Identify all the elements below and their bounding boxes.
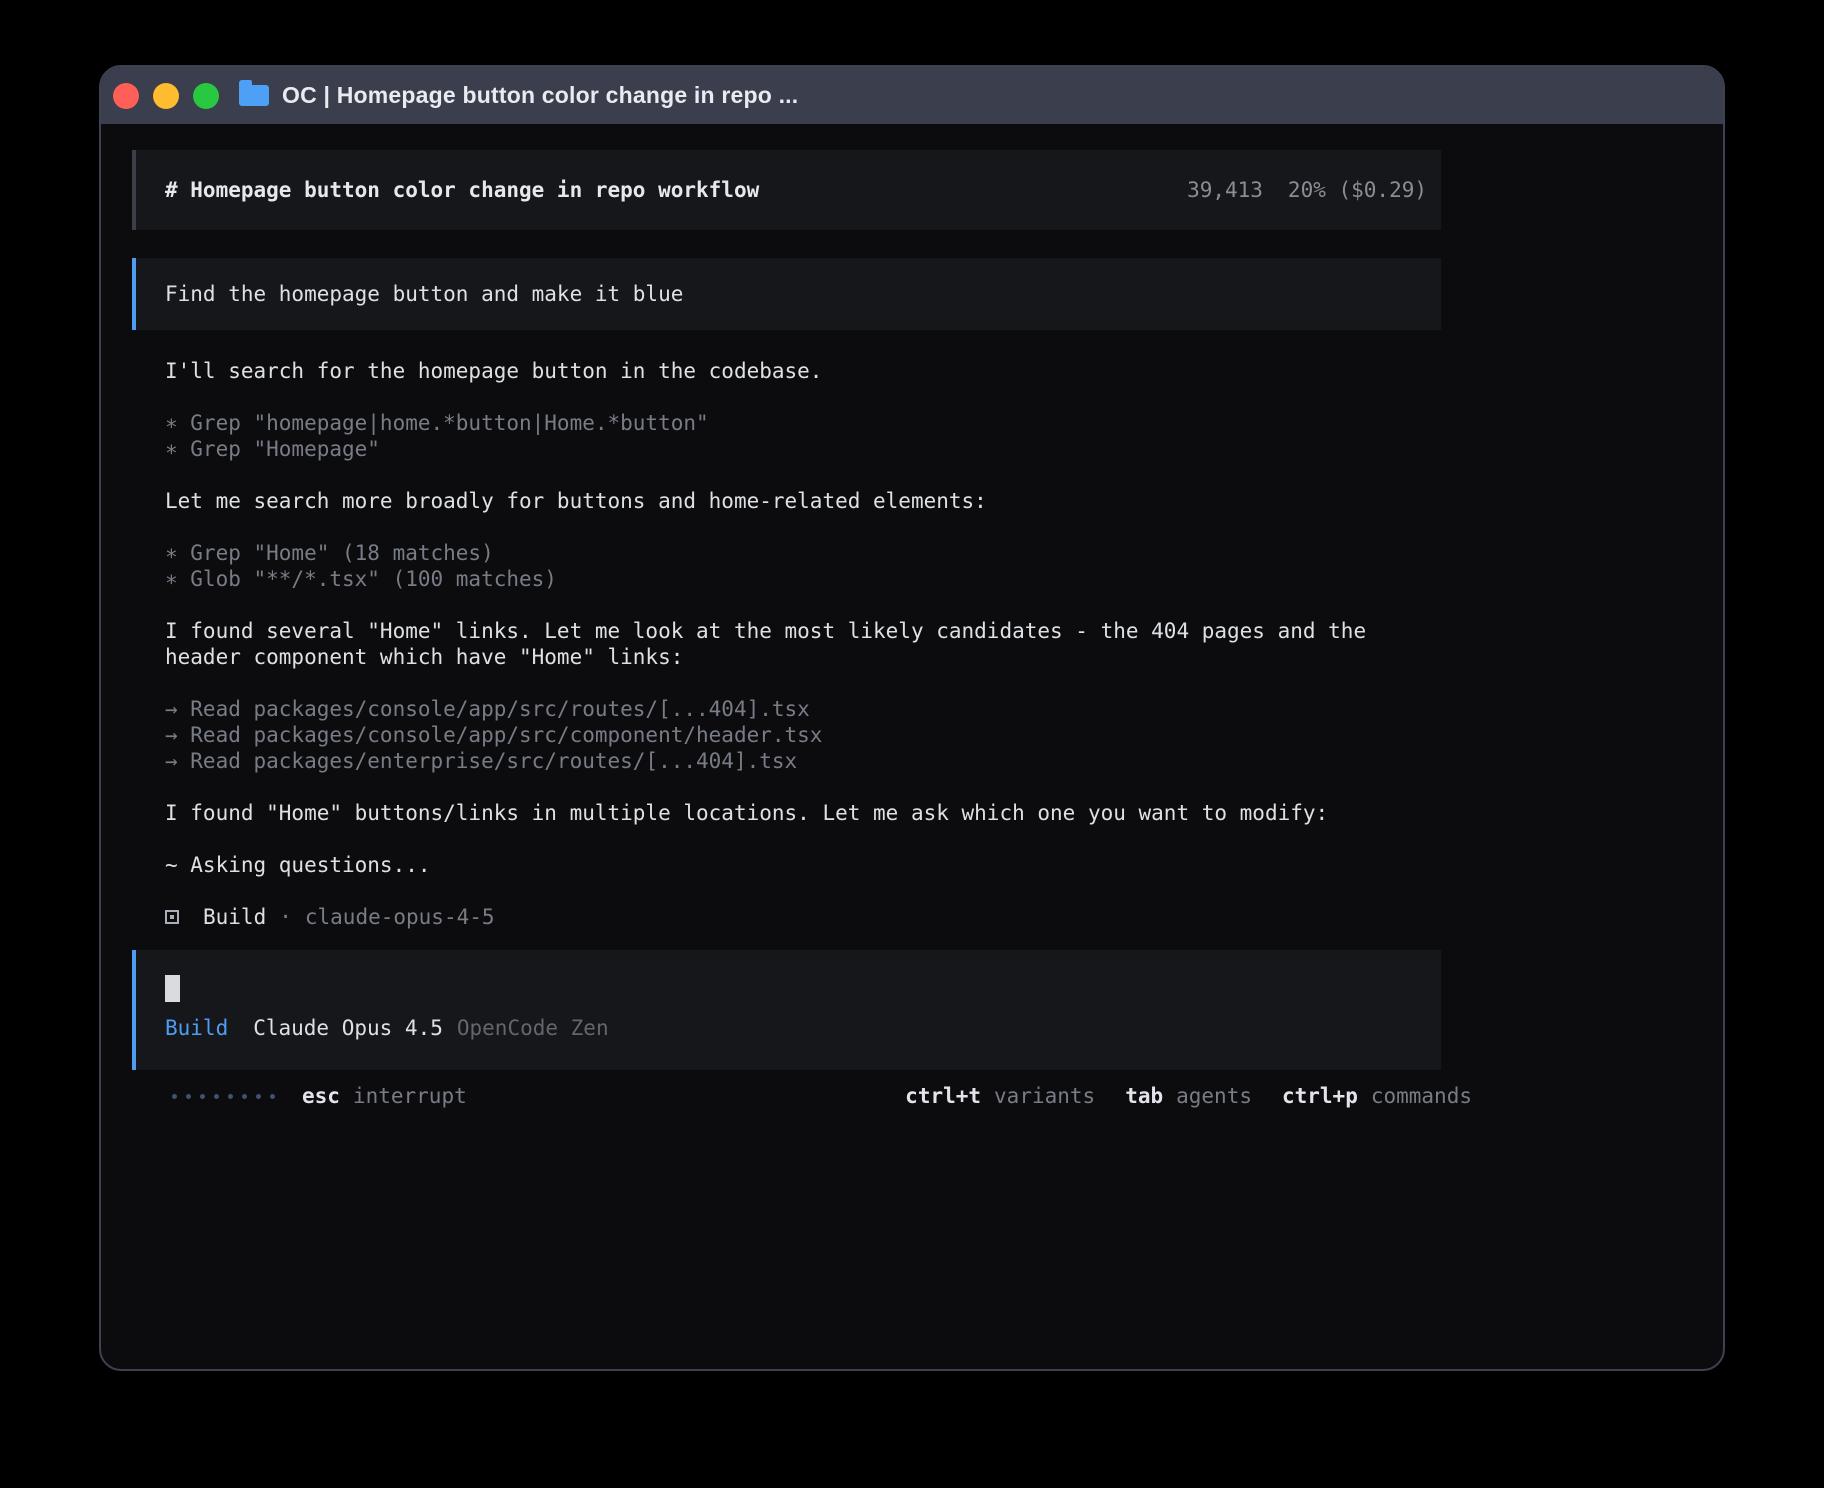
commands-label: commands — [1371, 1083, 1472, 1109]
user-message-text: Find the homepage button and make it blu… — [165, 282, 683, 306]
esc-key-hint: esc — [302, 1083, 340, 1109]
hint-commands: ctrl+p commands — [1282, 1083, 1472, 1109]
tool-call-glob: ∗ Glob "**/*.tsx" (100 matches) — [165, 566, 1441, 592]
close-button[interactable] — [113, 83, 139, 109]
tool-call-grep: ∗ Grep "Home" (18 matches) — [165, 540, 1441, 566]
tool-call-read: → Read packages/console/app/src/routes/[… — [165, 696, 1441, 722]
session-title: # Homepage button color change in repo w… — [165, 178, 759, 202]
agent-model: claude-opus-4-5 — [305, 904, 495, 930]
agents-label: agents — [1176, 1083, 1252, 1109]
tool-call-read: → Read packages/console/app/src/componen… — [165, 722, 1441, 748]
zoom-button[interactable] — [193, 83, 219, 109]
minimize-button[interactable] — [153, 83, 179, 109]
folder-icon — [239, 85, 269, 106]
agent-badge: Build · claude-opus-4-5 — [165, 904, 1441, 930]
prompt-input[interactable]: Build Claude Opus 4.5 OpenCode Zen — [132, 950, 1441, 1070]
esc-key-label: interrupt — [353, 1083, 467, 1109]
agent-square-icon — [165, 910, 179, 924]
keyboard-hints: ctrl+t variants tab agents ctrl+p comman… — [905, 1083, 1472, 1109]
status-bar: esc interrupt ctrl+t variants tab agents… — [172, 1083, 1472, 1109]
input-agent-label: Build — [165, 1015, 228, 1041]
terminal-window: OC | Homepage button color change in rep… — [99, 65, 1725, 1371]
status-line: ~ Asking questions... — [165, 852, 1441, 878]
progress-spinner-dots — [172, 1094, 275, 1099]
session-header: # Homepage button color change in repo w… — [132, 150, 1441, 230]
assistant-text-line: header component which have "Home" links… — [165, 644, 1441, 670]
tab-key: tab — [1125, 1083, 1163, 1109]
assistant-text-line: I'll search for the homepage button in t… — [165, 358, 1441, 384]
session-stats: 39,413 20% ($0.29) — [1187, 178, 1427, 202]
assistant-text-line: I found "Home" buttons/links in multiple… — [165, 800, 1441, 826]
agent-name: Build — [203, 904, 266, 930]
input-model-label: Claude Opus 4.5 — [253, 1015, 443, 1041]
separator-dot: · — [279, 904, 292, 930]
text-cursor — [165, 975, 180, 1002]
assistant-text-line: Let me search more broadly for buttons a… — [165, 488, 1441, 514]
tool-call-grep: ∗ Grep "Homepage" — [165, 436, 1441, 462]
token-count: 39,413 — [1187, 178, 1263, 202]
hint-variants: ctrl+t variants — [905, 1083, 1095, 1109]
tool-call-read: → Read packages/enterprise/src/routes/[.… — [165, 748, 1441, 774]
assistant-text-line: I found several "Home" links. Let me loo… — [165, 618, 1441, 644]
traffic-lights — [113, 83, 219, 109]
variants-label: variants — [994, 1083, 1095, 1109]
window-titlebar: OC | Homepage button color change in rep… — [101, 67, 1723, 124]
ctrl-t-key: ctrl+t — [905, 1083, 981, 1109]
hint-agents: tab agents — [1125, 1083, 1252, 1109]
input-provider-label: OpenCode Zen — [457, 1015, 609, 1041]
tool-call-grep: ∗ Grep "homepage|home.*button|Home.*butt… — [165, 410, 1441, 436]
conversation-log: I'll search for the homepage button in t… — [165, 358, 1441, 930]
window-title: OC | Homepage button color change in rep… — [282, 84, 798, 107]
user-message: Find the homepage button and make it blu… — [132, 258, 1441, 330]
ctrl-p-key: ctrl+p — [1282, 1083, 1358, 1109]
context-usage: 20% ($0.29) — [1288, 178, 1427, 202]
